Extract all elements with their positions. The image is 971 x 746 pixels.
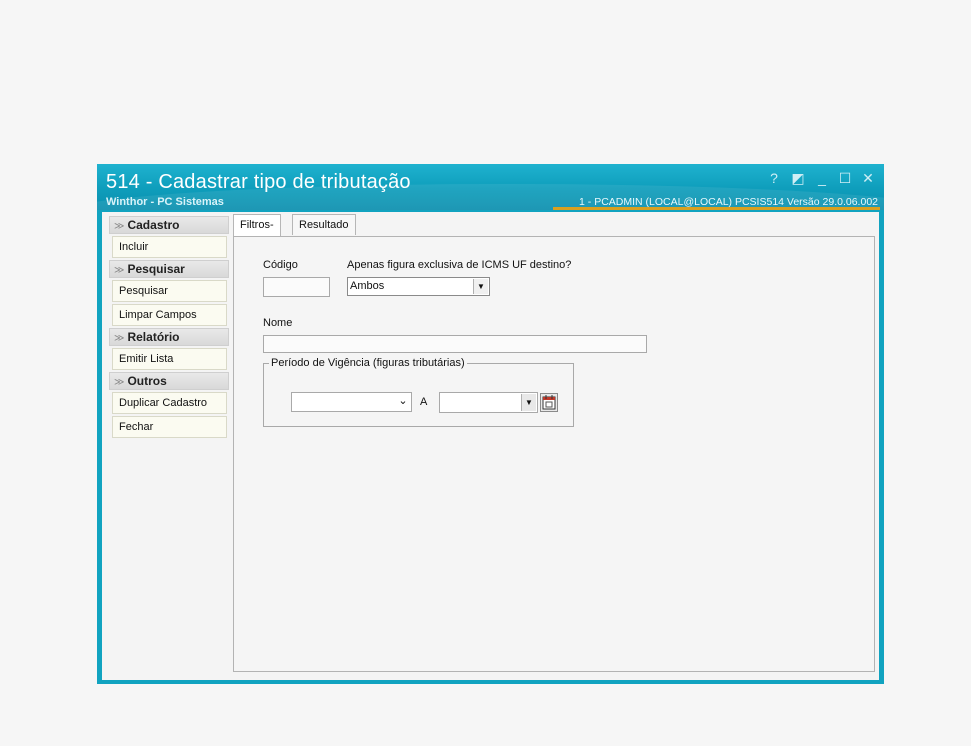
nome-input[interactable]	[263, 335, 647, 353]
chevron-icon: ≫	[114, 221, 125, 232]
limpar-campos-button[interactable]: Limpar Campos	[112, 304, 227, 326]
icms-select[interactable]: Ambos ▼	[347, 277, 490, 296]
tab-resultado[interactable]: Resultado da Pesquisa-F6	[292, 214, 356, 291]
chevron-down-icon[interactable]: ▼	[521, 394, 536, 411]
incluir-button[interactable]: Incluir	[112, 236, 227, 258]
chevron-icon: ≫	[114, 333, 125, 344]
restore-icon[interactable]: ◩	[789, 170, 807, 187]
chevron-down-icon[interactable]: ⌄	[396, 394, 410, 409]
tab-filtros[interactable]: Filtros-F5	[233, 214, 281, 251]
title-bar: 514 - Cadastrar tipo de tributação Winth…	[97, 164, 884, 210]
fechar-button[interactable]: Fechar	[112, 416, 227, 438]
help-icon[interactable]: ?	[765, 170, 783, 186]
pesquisar-button[interactable]: Pesquisar	[112, 280, 227, 302]
periodo-vigencia-group: Período de Vigência (figuras tributárias…	[263, 357, 574, 427]
group-relatorio[interactable]: ≫ Relatório	[109, 328, 229, 346]
periodo-separator: A	[420, 396, 428, 408]
periodo-start-field[interactable]: ⌄	[291, 392, 412, 412]
periodo-end-field[interactable]: ▼	[439, 392, 538, 413]
maximize-icon[interactable]: ☐	[836, 170, 854, 187]
title-underline	[553, 207, 880, 210]
chevron-icon: ≫	[114, 265, 125, 276]
app-window: 514 - Cadastrar tipo de tributação Winth…	[97, 164, 884, 684]
codigo-label: Código	[263, 259, 298, 271]
window-subtitle: Winthor - PC Sistemas	[106, 196, 224, 208]
periodo-legend: Período de Vigência (figuras tributárias…	[271, 357, 465, 369]
group-outros[interactable]: ≫ Outros	[109, 372, 229, 390]
group-cadastro[interactable]: ≫ Cadastro	[109, 216, 229, 234]
sidebar: ≫ Cadastro Incluir ≫ Pesquisar Pesquisar L…	[109, 216, 229, 440]
chevron-down-icon[interactable]: ▼	[473, 279, 488, 294]
minimize-icon[interactable]: _	[813, 170, 831, 186]
nome-label: Nome	[263, 317, 293, 329]
filters-panel: Código Apenas figura exclusiva de ICMS U…	[233, 236, 875, 672]
emitir-lista-button[interactable]: Emitir Lista	[112, 348, 227, 370]
duplicar-cadastro-button[interactable]: Duplicar Cadastro	[112, 392, 227, 414]
group-pesquisar[interactable]: ≫ Pesquisar	[109, 260, 229, 278]
client-area: ≫ Cadastro Incluir ≫ Pesquisar Pesquisar L…	[102, 212, 879, 680]
close-icon[interactable]: ✕	[859, 170, 877, 187]
window-title: 514 - Cadastrar tipo de tributação	[106, 171, 411, 193]
chevron-icon: ≫	[114, 377, 125, 388]
calendar-icon[interactable]	[540, 393, 558, 412]
codigo-input[interactable]	[263, 277, 330, 297]
icms-label: Apenas figura exclusiva de ICMS UF desti…	[347, 259, 572, 271]
